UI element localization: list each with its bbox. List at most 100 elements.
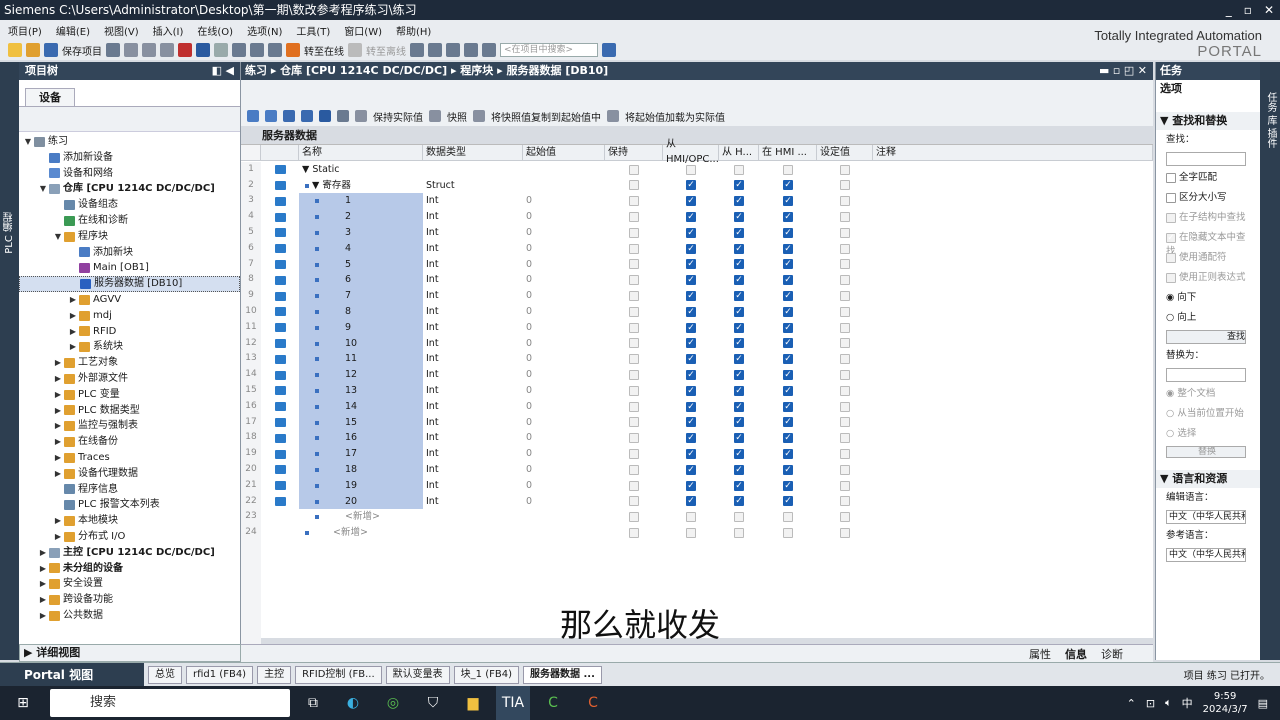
editor-tool-button[interactable]: 将快照值复制到起始值中 — [491, 109, 601, 124]
comment-cell[interactable] — [873, 478, 1153, 494]
checkbox[interactable]: ✓ — [783, 417, 793, 428]
data-type[interactable]: Struct — [423, 178, 523, 194]
tree-expander-icon[interactable]: ▶ — [68, 292, 78, 308]
add-new-label[interactable]: <新增> — [333, 527, 368, 538]
delete-icon[interactable] — [178, 43, 192, 57]
menu-item[interactable]: 工具(T) — [296, 23, 330, 38]
comment-cell[interactable] — [873, 383, 1153, 399]
tray-arrow-icon[interactable]: ⌃ — [1127, 697, 1136, 710]
editor-tool-icon[interactable] — [607, 110, 619, 122]
tree-item[interactable]: 设备和网络 — [19, 166, 240, 182]
network-icon[interactable]: ⊡ — [1146, 697, 1155, 710]
comment-cell[interactable] — [873, 209, 1153, 225]
data-type[interactable] — [423, 525, 523, 541]
checkbox[interactable]: ✓ — [686, 322, 696, 333]
tree-item[interactable]: ▶ 外部源文件 — [19, 371, 240, 387]
open-project-icon[interactable] — [26, 43, 40, 57]
checkbox[interactable]: ✓ — [686, 433, 696, 444]
column-header[interactable]: 设定值 — [817, 145, 873, 160]
checkbox[interactable]: ✓ — [686, 243, 696, 254]
edge-icon[interactable]: ◐ — [336, 686, 370, 720]
save-icon[interactable] — [44, 43, 58, 57]
start-value[interactable] — [523, 509, 605, 525]
column-header[interactable]: 数据类型 — [423, 145, 523, 160]
tree-expander-icon[interactable]: ▶ — [38, 545, 48, 561]
tree-expander-icon[interactable]: ▶ — [53, 529, 63, 545]
checkbox[interactable]: ✓ — [734, 338, 744, 349]
comment-cell[interactable] — [873, 509, 1153, 525]
comment-cell[interactable] — [873, 178, 1153, 194]
comment-cell[interactable] — [873, 462, 1153, 478]
checkbox[interactable]: ✓ — [734, 401, 744, 412]
data-type[interactable]: Int — [423, 288, 523, 304]
table-row[interactable]: 2 ▼ 寄存器 Struct ✓ ✓ ✓ — [241, 177, 1153, 194]
checkbox[interactable]: ✓ — [783, 385, 793, 396]
member-name[interactable]: 3 — [299, 225, 423, 241]
editor-window-controls[interactable]: ▬ ▫ ◰ ✕ — [1099, 62, 1153, 80]
data-type[interactable]: Int — [423, 320, 523, 336]
ime-indicator[interactable]: 中 — [1182, 695, 1193, 711]
member-name[interactable]: 17 — [299, 446, 423, 462]
taskbar-search[interactable]: 搜索 — [50, 689, 290, 717]
tree-item[interactable]: ▶ 监控与强制表 — [19, 418, 240, 434]
tree-expander-icon[interactable]: ▶ — [53, 403, 63, 419]
comment-cell[interactable] — [873, 399, 1153, 415]
tree-expander-icon[interactable]: ▶ — [68, 308, 78, 324]
tree-expander-icon[interactable]: ▶ — [53, 387, 63, 403]
column-header[interactable]: 从 HMI/OPC... — [663, 139, 719, 165]
column-header[interactable]: 保持 — [605, 145, 663, 160]
data-type[interactable]: Int — [423, 241, 523, 257]
column-header[interactable]: 起始值 — [523, 145, 605, 160]
checkbox[interactable]: ✓ — [686, 449, 696, 460]
tree-item[interactable]: ▶ 未分组的设备 — [19, 561, 240, 577]
checkbox[interactable]: ✓ — [686, 212, 696, 223]
column-header[interactable]: 在 HMI ... — [759, 145, 817, 160]
tree-item[interactable]: 添加新设备 — [19, 150, 240, 166]
member-name[interactable]: 20 — [299, 493, 423, 510]
checkbox[interactable]: ✓ — [734, 259, 744, 270]
table-row[interactable]: 17 15 Int 0 ✓ ✓ ✓ — [241, 414, 1153, 431]
checkbox[interactable]: ✓ — [734, 417, 744, 428]
redo-icon[interactable] — [214, 43, 228, 57]
checkbox[interactable]: ✓ — [686, 370, 696, 381]
checkbox[interactable]: ✓ — [734, 464, 744, 475]
start-value[interactable]: 0 — [523, 478, 605, 494]
checkbox[interactable]: ✓ — [783, 480, 793, 491]
start-value[interactable]: 0 — [523, 415, 605, 431]
tree-item[interactable]: 添加新块 — [19, 245, 240, 261]
whole-word-option[interactable]: 全字匹配 — [1156, 168, 1260, 188]
checkbox[interactable]: ✓ — [686, 196, 696, 207]
editor-tool-icon[interactable] — [283, 110, 295, 122]
close-icon[interactable]: ✕ — [1264, 0, 1274, 20]
comment-cell[interactable] — [873, 525, 1153, 541]
checkbox[interactable]: ✓ — [734, 306, 744, 317]
compile-icon[interactable] — [232, 43, 246, 57]
checkbox[interactable]: ✓ — [783, 306, 793, 317]
table-row[interactable]: 16 14 Int 0 ✓ ✓ ✓ — [241, 398, 1153, 415]
go-online-icon[interactable] — [286, 43, 300, 57]
checkbox[interactable]: ✓ — [734, 212, 744, 223]
checkbox[interactable]: ✓ — [686, 338, 696, 349]
inspector-tab[interactable]: 信息 — [1065, 646, 1087, 662]
editor-tool-icon[interactable] — [265, 110, 277, 122]
start-value[interactable]: 0 — [523, 367, 605, 383]
save-project-button[interactable]: 保存项目 — [62, 43, 102, 58]
checkbox[interactable]: ✓ — [686, 464, 696, 475]
tree-item[interactable]: ▶ 系统块 — [19, 339, 240, 355]
checkbox[interactable]: ✓ — [734, 196, 744, 207]
edit-language-select[interactable]: 中文（中华人民共和国） — [1166, 510, 1246, 524]
checkbox[interactable]: ✓ — [734, 480, 744, 491]
table-row[interactable]: 11 9 Int 0 ✓ ✓ ✓ — [241, 319, 1153, 336]
member-name[interactable]: 16 — [299, 430, 423, 447]
collapse-panel-icon[interactable]: ◧ ◀ — [212, 62, 240, 80]
start-value[interactable]: 0 — [523, 304, 605, 320]
checkbox[interactable]: ✓ — [686, 401, 696, 412]
comment-cell[interactable] — [873, 320, 1153, 336]
start-value[interactable] — [523, 525, 605, 541]
camtasia-red-icon[interactable]: C — [576, 686, 610, 720]
checkbox[interactable]: ✓ — [783, 212, 793, 223]
tree-item[interactable]: ▶ AGVV — [19, 292, 240, 308]
checkbox[interactable]: ✓ — [686, 275, 696, 286]
checkbox[interactable]: ✓ — [686, 180, 696, 191]
table-row[interactable]: 5 3 Int 0 ✓ ✓ ✓ — [241, 225, 1153, 241]
